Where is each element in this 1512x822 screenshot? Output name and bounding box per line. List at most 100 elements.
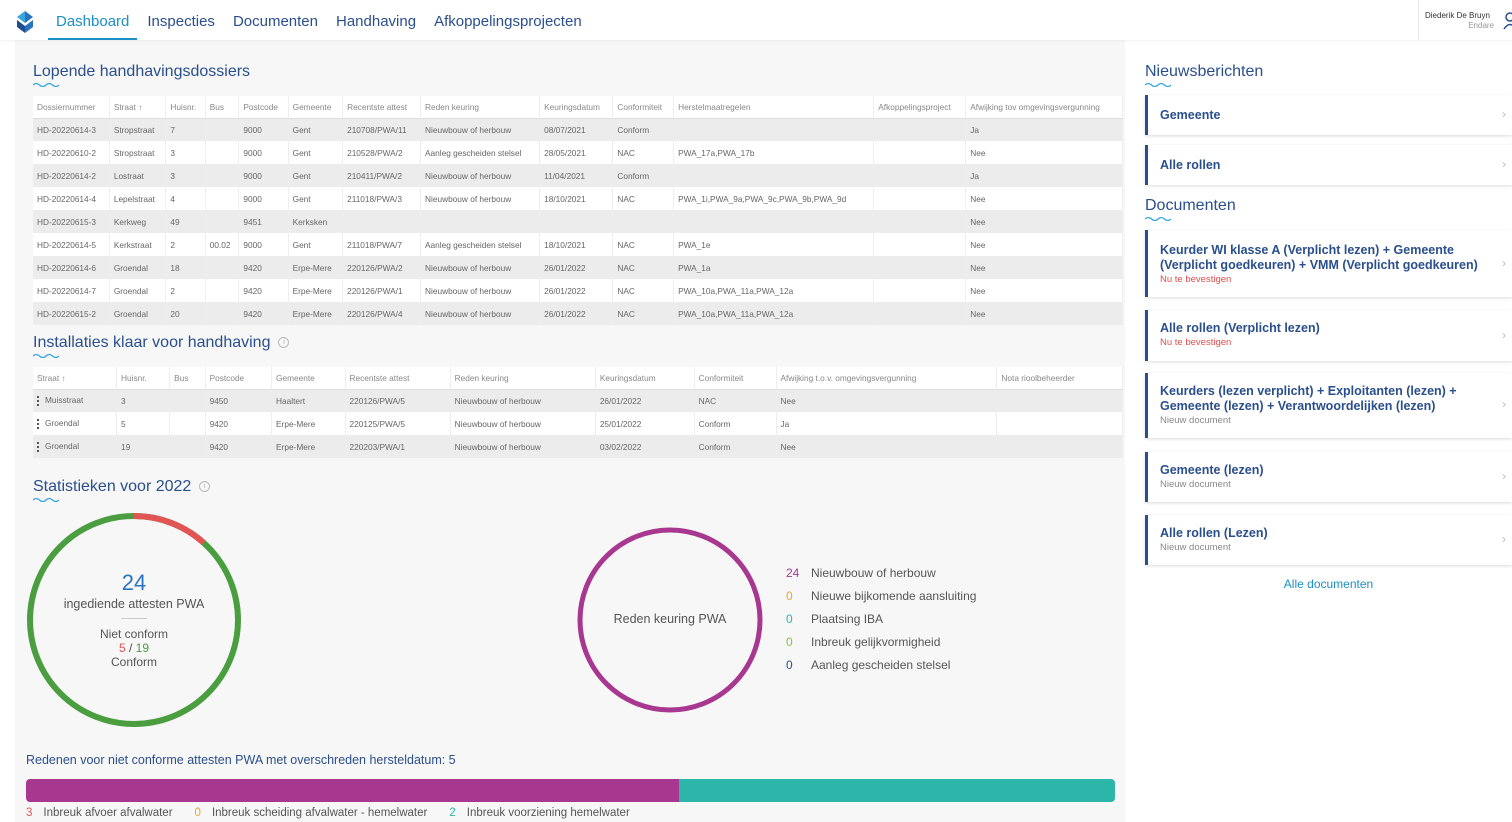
table-cell xyxy=(342,210,422,233)
nieuws-card-alle-rollen[interactable]: Alle rollen › xyxy=(1145,145,1512,185)
user-menu[interactable]: Diederik De Bruyn Endare xyxy=(1418,0,1512,40)
document-card[interactable]: Alle rollen (Verplicht lezen) Nu te beves… xyxy=(1145,310,1512,361)
table-cell: Conform xyxy=(612,118,675,141)
legend-item: 24 Nieuwbouw of herbouw xyxy=(786,566,976,589)
table-row[interactable]: HD-20220614-3 Stropstraat 7 9000 Gent 210708/… xyxy=(33,118,1123,141)
table-row[interactable]: HD-20220614-7 Groendal 2 9420 Erpe-Mere 22012… xyxy=(33,279,1123,302)
table-row[interactable]: HD-20220615-2 Groendal 20 9420 Erpe-Mere 2201… xyxy=(33,302,1123,325)
table-row[interactable]: Muisstraat 3 9450 Haaltert 220126/PWA/5 Nieuw… xyxy=(33,389,1123,412)
table-cell: Ja xyxy=(965,118,1123,141)
user-org: Endare xyxy=(1468,21,1494,30)
column-header[interactable]: Gemeente xyxy=(271,367,346,390)
drag-handle-icon[interactable] xyxy=(37,418,39,429)
table-row[interactable]: HD-20220614-6 Groendal 18 9420 Erpe-Mere 2201… xyxy=(33,256,1123,279)
table-cell: PWA_1e xyxy=(673,233,875,256)
column-header[interactable]: Keuringsdatum xyxy=(595,367,695,390)
column-header[interactable]: Conformiteit xyxy=(694,367,777,390)
column-header[interactable]: Huisnr. xyxy=(165,96,206,119)
column-header[interactable]: Recentste attest xyxy=(342,96,422,119)
table-row[interactable]: Groendal 5 9420 Erpe-Mere 220125/PWA/5 Nieuwb… xyxy=(33,412,1123,435)
user-icon[interactable] xyxy=(1503,12,1512,30)
column-header[interactable]: Dossiernummer xyxy=(33,96,110,119)
table-cell: 210411/PWA/2 xyxy=(342,164,422,187)
alle-documenten-link[interactable]: Alle documenten xyxy=(1145,577,1512,591)
table-cell: 03/02/2022 xyxy=(595,435,695,458)
bar-segment[interactable] xyxy=(679,779,1115,802)
column-header[interactable]: Conformiteit xyxy=(612,96,675,119)
legend-label: Nieuwe bijkomende aansluiting xyxy=(811,589,977,603)
document-card[interactable]: Gemeente (lezen) Nieuw document › xyxy=(1145,452,1512,502)
legend-count: 0 xyxy=(786,612,793,626)
cell-text: Groendal xyxy=(45,418,80,429)
nav-handhaving[interactable]: Handhaving xyxy=(328,0,424,40)
table-cell xyxy=(873,141,967,164)
table-cell xyxy=(205,141,240,164)
logo-icon[interactable] xyxy=(15,11,35,33)
table-cell xyxy=(205,210,240,233)
column-header[interactable]: Afwijking tov omgevingsvergunning xyxy=(965,96,1123,119)
column-header[interactable]: Straat ↑ xyxy=(33,367,117,390)
title-wave-icon xyxy=(33,353,59,358)
column-header[interactable]: Huisnr. xyxy=(116,367,171,390)
table-cell: 28/05/2021 xyxy=(539,141,614,164)
table-row[interactable]: HD-20220615-3 Kerkweg 49 9451 Kerksken Nee xyxy=(33,210,1123,233)
table-cell xyxy=(873,210,967,233)
column-header[interactable]: Afwijking t.o.v. omgevingsvergunning xyxy=(776,367,998,390)
nav-afkoppelingsprojecten[interactable]: Afkoppelingsprojecten xyxy=(426,0,590,40)
column-header[interactable]: Postcode xyxy=(205,367,273,390)
nav-inspecties[interactable]: Inspecties xyxy=(139,0,223,40)
table-cell: 220126/PWA/4 xyxy=(342,302,422,325)
column-header[interactable]: Gemeente xyxy=(288,96,344,119)
table-row[interactable]: HD-20220614-4 Lepelstraat 4 9000 Gent 211018/… xyxy=(33,187,1123,210)
info-icon[interactable]: i xyxy=(278,337,290,349)
table-cell: NAC xyxy=(612,256,675,279)
column-header[interactable]: Recentste attest xyxy=(345,367,451,390)
table-cell: 9450 xyxy=(205,389,273,412)
legend-item: 0 Plaatsing IBA xyxy=(786,612,976,635)
column-header[interactable]: Postcode xyxy=(238,96,289,119)
legend-count: 0 xyxy=(786,658,793,672)
column-header[interactable]: Bus xyxy=(205,96,240,119)
table-cell: 220125/PWA/5 xyxy=(345,412,451,435)
bar-segment[interactable] xyxy=(26,779,680,802)
table-cell: Muisstraat xyxy=(33,389,117,412)
table-cell xyxy=(205,279,240,302)
table-cell: Nee xyxy=(965,141,1123,164)
document-card[interactable]: Keurders (lezen verplicht) + Exploitante… xyxy=(1145,373,1512,438)
table-cell: 49 xyxy=(165,210,206,233)
table-cell: Nee xyxy=(965,302,1123,325)
table-cell: Erpe-Mere xyxy=(288,302,344,325)
document-card[interactable]: Keurder WI klasse A (Verplicht lezen) + … xyxy=(1145,230,1512,297)
table-cell: Nee xyxy=(776,389,998,412)
info-icon[interactable]: i xyxy=(199,481,211,493)
drag-handle-icon[interactable] xyxy=(37,441,39,452)
table-row[interactable]: Groendal 19 9420 Erpe-Mere 220203/PWA/1 Nieuw… xyxy=(33,435,1123,458)
table-cell: 3 xyxy=(165,164,206,187)
column-header[interactable]: Keuringsdatum xyxy=(539,96,614,119)
column-header[interactable]: Herstelmaatregelen xyxy=(673,96,875,119)
table-cell: NAC xyxy=(612,279,675,302)
legend-label: Inbreuk afvoer afvalwater xyxy=(43,807,173,819)
column-header[interactable]: Afkoppelingsproject xyxy=(873,96,967,119)
nav-documenten[interactable]: Documenten xyxy=(225,0,326,40)
column-header[interactable]: Straat ↑ xyxy=(109,96,167,119)
document-card[interactable]: Alle rollen (Lezen) Nieuw document › xyxy=(1145,515,1512,565)
column-header[interactable]: Reden keuring xyxy=(420,96,541,119)
table-row[interactable]: HD-20220614-2 Lostraat 3 9000 Gent 210411/PWA… xyxy=(33,164,1123,187)
table-cell: HD-20220615-2 xyxy=(33,302,110,325)
nieuws-card-gemeente[interactable]: Gemeente › xyxy=(1145,95,1512,135)
legend-item: 0 Aanleg gescheiden stelsel xyxy=(786,658,976,681)
nav-dashboard[interactable]: Dashboard xyxy=(48,0,138,40)
stats-title-text: Statistieken voor 2022 xyxy=(33,478,192,495)
table-cell: 9420 xyxy=(238,302,289,325)
chevron-right-icon: › xyxy=(1502,397,1506,411)
column-header[interactable]: Nota rioolbeheerder xyxy=(996,367,1123,390)
column-header[interactable]: Bus xyxy=(169,367,206,390)
column-header[interactable]: Reden keuring xyxy=(450,367,596,390)
table-row[interactable]: HD-20220610-2 Stropstraat 3 9000 Gent 210528/… xyxy=(33,141,1123,164)
drag-handle-icon[interactable] xyxy=(37,396,39,407)
table-cell: Nieuwbouw of herbouw xyxy=(420,187,541,210)
table-cell: HD-20220614-2 xyxy=(33,164,110,187)
reden-legend: 24 Nieuwbouw of herbouw 0 Nieuwe bijkomende… xyxy=(786,566,976,681)
table-row[interactable]: HD-20220614-5 Kerkstraat 2 00.02 9000 Gent 211… xyxy=(33,233,1123,256)
